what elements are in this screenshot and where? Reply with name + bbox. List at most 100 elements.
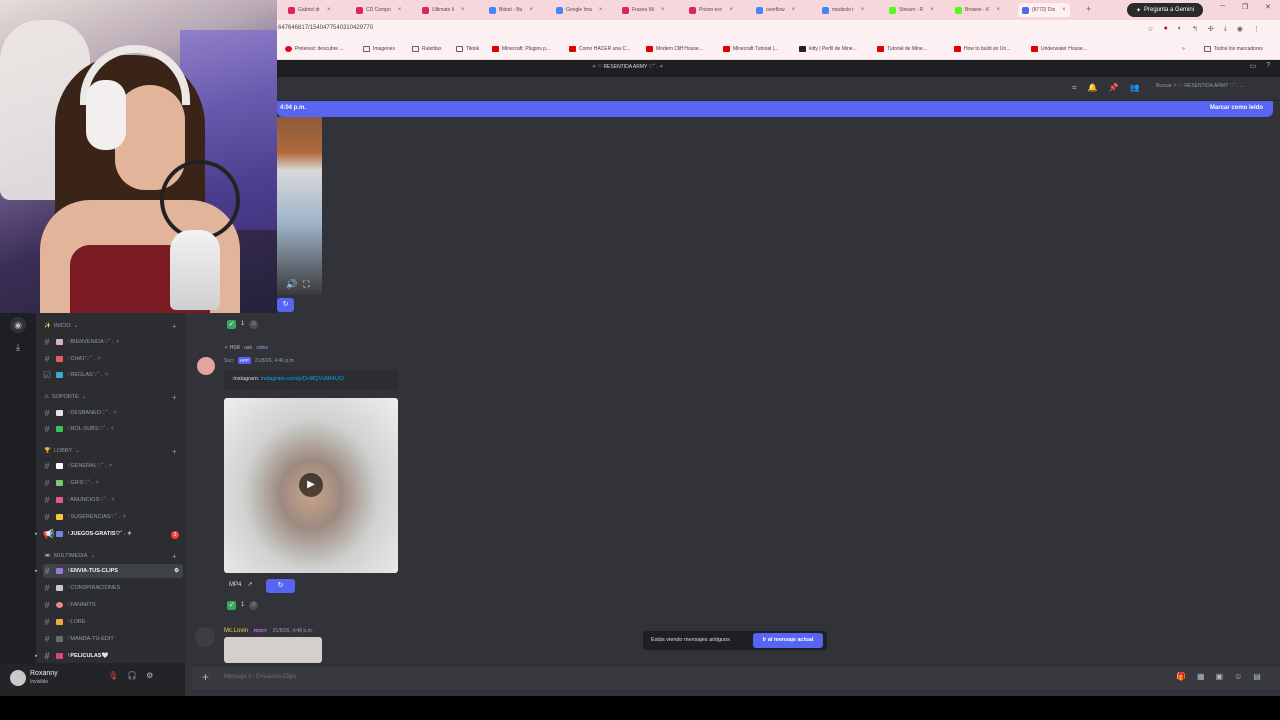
jump-to-present-button[interactable]: Ir al mensaje actual xyxy=(753,633,823,648)
bookmark-item[interactable]: Underwater House... xyxy=(1031,46,1087,52)
close-tab-icon[interactable]: × xyxy=(861,7,865,13)
new-messages-bar[interactable]: 4:04 p.m. Marcar como leído xyxy=(277,101,1273,117)
channel-anuncios[interactable]: # ᵎ ANUNCIOS♡˚ ˖ ✧ xyxy=(43,493,183,507)
category-multimedia[interactable]: 📼 MULTIMEDIA ⌄ xyxy=(44,553,95,559)
refresh-button[interactable]: ↻ xyxy=(277,298,294,312)
close-tab-icon[interactable]: × xyxy=(327,7,331,13)
bookmark-item[interactable]: Modern Cliff House... xyxy=(646,46,703,52)
add-attachment-icon[interactable]: + xyxy=(202,670,209,684)
threads-icon[interactable]: ⌗ xyxy=(1072,83,1077,93)
refresh-button[interactable]: ↻ xyxy=(266,579,295,593)
bookmark-item[interactable]: Tiktok xyxy=(456,46,479,52)
browser-tab[interactable]: Prison esc × xyxy=(689,3,733,17)
check-reaction-icon[interactable]: ✓ xyxy=(227,319,236,329)
bookmark-item[interactable]: Ruletitas xyxy=(412,46,441,52)
more-bookmarks-icon[interactable]: » xyxy=(1182,46,1185,52)
browser-tab[interactable]: Browse - K × xyxy=(955,3,1000,17)
username[interactable]: Roxanny xyxy=(30,670,58,677)
emoji-icon[interactable]: ☺ xyxy=(1234,672,1242,681)
channel-reglas[interactable]: ☑ ᵎ REGLAS♡˚ ˖ ✧ xyxy=(43,368,183,382)
help-icon[interactable]: ? xyxy=(1266,62,1270,70)
channel-gifs[interactable]: # ᵎ GIFS♡˚ ˖ ✧ xyxy=(43,476,183,490)
avatar[interactable] xyxy=(197,357,215,375)
menu-icon[interactable]: ⋮ xyxy=(1253,25,1260,33)
channel-conspiraciones[interactable]: # ᵎ CONSPIRACIONES xyxy=(43,581,183,595)
settings-icon[interactable]: ⚙ xyxy=(174,568,179,574)
mark-read-button[interactable]: Marcar como leído xyxy=(1210,105,1263,111)
author-name[interactable]: Soci xyxy=(224,358,234,364)
browser-tab[interactable]: Gabriel dr × xyxy=(288,3,330,17)
browser-tab[interactable]: Stream - R × xyxy=(889,3,934,17)
add-channel-icon[interactable]: + xyxy=(172,552,177,561)
close-tab-icon[interactable]: × xyxy=(461,7,465,13)
bookmark-item[interactable]: How to build an Un... xyxy=(954,46,1010,52)
category-soporte[interactable]: ⚠ SOPORTE ⌄ xyxy=(44,394,86,400)
image-attachment[interactable] xyxy=(224,637,322,663)
close-tab-icon[interactable]: × xyxy=(529,7,533,13)
channel-fanarts[interactable]: # ᵎ FANARTS xyxy=(43,598,183,612)
gif-icon[interactable]: ▦ xyxy=(1197,672,1205,681)
video-attachment[interactable] xyxy=(277,117,322,295)
mute-mic-icon[interactable]: 🎙 xyxy=(108,671,118,680)
channel-bienvenida[interactable]: # ᵎ BIENVENIDA♡˚ ˖ ✧ xyxy=(43,335,183,349)
gift-icon[interactable]: 🎁 xyxy=(1176,672,1186,681)
fullscreen-icon[interactable]: ⛶ xyxy=(303,279,309,290)
play-icon[interactable]: ▶ xyxy=(299,473,323,497)
new-tab-button[interactable]: + xyxy=(1086,4,1091,14)
arrow-icon[interactable]: ↰ xyxy=(1192,25,1198,33)
browser-tab[interactable]: Google Ima × xyxy=(556,3,602,17)
all-bookmarks[interactable]: Todos los marcadores xyxy=(1204,46,1263,52)
avatar[interactable] xyxy=(195,627,215,647)
message-composer[interactable]: + Mensaje # ᵎ Envia-tus-Clips xyxy=(192,667,1280,689)
browser-tab-active[interactable]: (8772) Dis × xyxy=(1018,3,1070,17)
puzzle-icon[interactable]: ✣ xyxy=(1208,25,1214,33)
channel-desbaneo[interactable]: # ᵎ DESBANEO♡˚ ˖ ✧ xyxy=(43,406,183,420)
sticker-icon[interactable]: ▣ xyxy=(1216,672,1224,681)
command-name[interactable]: video xyxy=(256,345,268,351)
add-reaction-icon[interactable]: ☺ xyxy=(249,319,259,329)
author-name[interactable]: Mc.Lovin xyxy=(224,628,248,634)
channel-juegos-gratis[interactable]: 📢 ᵎ JUEGOS-GRATIS♡˚ ˖ ✧ xyxy=(43,527,183,541)
close-tab-icon[interactable]: × xyxy=(930,7,934,13)
close-tab-icon[interactable]: × xyxy=(661,7,665,13)
close-tab-icon[interactable]: × xyxy=(398,7,402,13)
search-input[interactable]: Buscar ✧ ♡ RESENTIDA ARMY ♡˚ ˖ ... xyxy=(1156,83,1244,89)
bookmark-item[interactable]: kitty | Perfil de Mine... xyxy=(799,46,857,52)
close-tab-icon[interactable]: × xyxy=(996,7,1000,13)
volume-icon[interactable]: 🔊 xyxy=(286,279,297,290)
members-icon[interactable]: 👥 xyxy=(1129,83,1139,93)
opera-icon[interactable]: ● xyxy=(1164,25,1168,33)
add-channel-icon[interactable]: + xyxy=(172,393,177,402)
browser-tab[interactable]: Frases Mi × xyxy=(622,3,664,17)
extension-icon[interactable]: ◐ xyxy=(1178,25,1182,33)
bookmark-item[interactable]: Como HACER una C... xyxy=(569,46,630,52)
close-tab-icon[interactable]: × xyxy=(729,7,733,13)
message-input[interactable]: Mensaje # ᵎ Envia-tus-Clips xyxy=(224,674,296,680)
inbox-icon[interactable]: ▭ xyxy=(1249,62,1256,70)
bell-icon[interactable]: 🔔 xyxy=(1088,83,1098,93)
close-tab-icon[interactable]: × xyxy=(599,7,603,13)
reply-context[interactable]: ✧ HSR usó video xyxy=(224,345,268,351)
channel-rol-subs[interactable]: # ᵎ ROL-SUBS♡˚ ˖ ✧ xyxy=(43,422,183,436)
close-tab-icon[interactable]: × xyxy=(792,7,796,13)
avatar[interactable] xyxy=(10,670,26,686)
minimize-icon[interactable]: ─ xyxy=(1220,3,1225,10)
star-icon[interactable]: ☆ xyxy=(1147,25,1153,33)
channel-general[interactable]: # ᵎ GENERAL♡˚ ˖ ✧ xyxy=(43,459,183,473)
browser-tab[interactable]: Ultimate li × xyxy=(422,3,464,17)
add-reaction-icon[interactable]: ☺ xyxy=(249,600,259,610)
add-channel-icon[interactable]: + xyxy=(172,322,177,331)
channel-manda-tu-edit[interactable]: # ᵎ MANDA-TU-EDIT xyxy=(43,632,183,646)
bookmark-item[interactable]: Tutorial de Mine... xyxy=(877,46,927,52)
channel-sugerencias[interactable]: # ᵎ SUGERENCIAS♡˚ ˖ ✧ xyxy=(43,510,183,524)
check-reaction-icon[interactable]: ✓ xyxy=(227,600,236,610)
channel-lore[interactable]: # ᵎ LORE xyxy=(43,615,183,629)
category-lobby[interactable]: 🏆 LOBBY ⌄ xyxy=(44,448,80,454)
instagram-link[interactable]: instagram.com/p/DcMQVv5B4UC/ xyxy=(261,376,344,382)
pin-icon[interactable]: 📌 xyxy=(1108,83,1118,93)
external-link-icon[interactable]: ↗ xyxy=(247,581,252,588)
browser-tab[interactable]: Bidari - Bu × xyxy=(489,3,533,17)
discord-home-icon[interactable]: ◉ xyxy=(10,317,26,333)
bookmark-item[interactable]: Minecraft: Plugins p... xyxy=(492,46,550,52)
restore-icon[interactable]: ❐ xyxy=(1242,3,1248,11)
